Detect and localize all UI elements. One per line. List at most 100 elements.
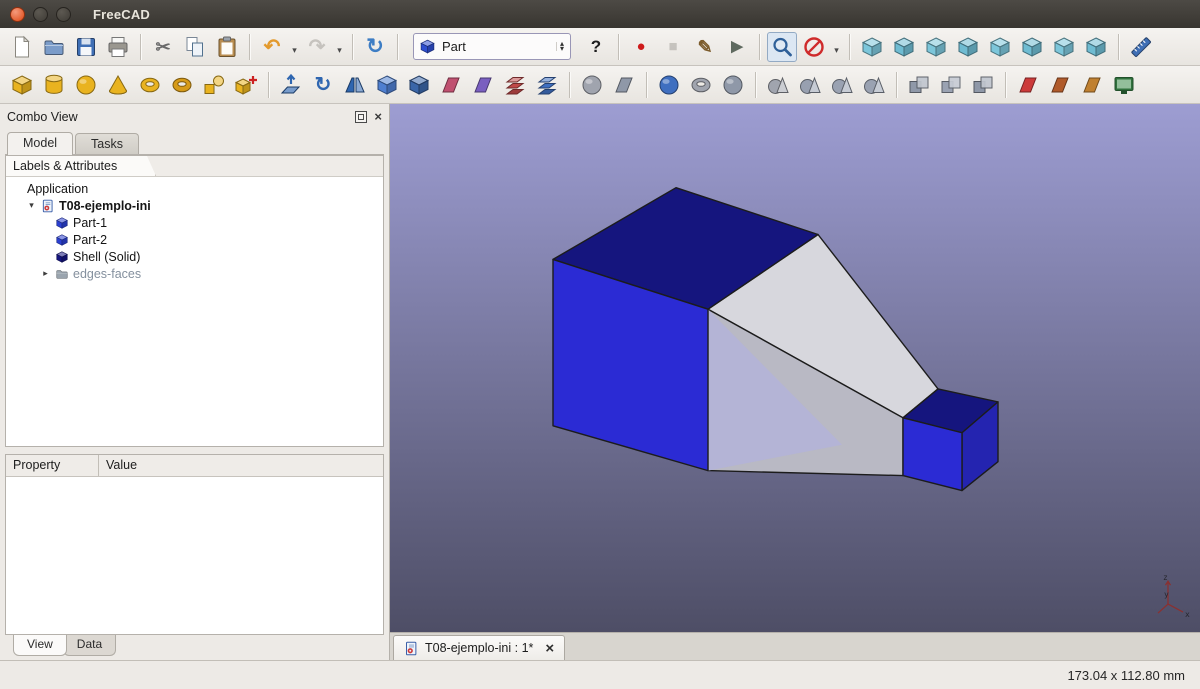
open-document-button[interactable] (39, 32, 69, 62)
join-connect-button[interactable] (904, 70, 934, 100)
offset-3d-button[interactable] (654, 70, 684, 100)
fillet-button[interactable] (372, 70, 402, 100)
tab-data[interactable]: Data (63, 635, 116, 656)
window-controls (10, 7, 71, 22)
whats-this-button[interactable]: ? (581, 32, 611, 62)
extrude-button[interactable] (276, 70, 306, 100)
section-button[interactable] (577, 70, 607, 100)
offset-2d-button[interactable] (686, 70, 716, 100)
tab-tasks[interactable]: Tasks (75, 133, 139, 154)
3d-viewport[interactable]: z y x (390, 104, 1200, 632)
torus-button[interactable] (135, 70, 165, 100)
collapse-arrow-icon[interactable]: ▸ (40, 268, 51, 279)
toolbar-separator (1118, 34, 1119, 60)
tree-item-label: Part-2 (73, 233, 107, 247)
undo-button[interactable]: ↶ (257, 32, 287, 62)
property-column-header-property[interactable]: Property (6, 455, 99, 476)
copy-button[interactable] (180, 32, 210, 62)
tree-item-part-2[interactable]: Part-2 (10, 231, 383, 248)
view-bottom-button[interactable] (1017, 32, 1047, 62)
cylinder-button[interactable] (39, 70, 69, 100)
view-rotate-button[interactable] (1081, 32, 1111, 62)
join-cutout-button[interactable] (968, 70, 998, 100)
window-close-button[interactable] (10, 7, 25, 22)
freecad-window: FreeCAD ✂↶▾↷▾↻Part▴▾?●■✎▶▾ ↻ Combo View … (0, 0, 1200, 689)
zoom-fit-button[interactable] (767, 32, 797, 62)
tab-model[interactable]: Model (7, 132, 73, 155)
toolbar-separator (397, 34, 398, 60)
make-face-button[interactable] (436, 70, 466, 100)
tree-item-application[interactable]: Application (10, 180, 383, 197)
redo-button[interactable]: ↷ (302, 32, 332, 62)
toolbar-separator (569, 72, 570, 98)
document-tab[interactable]: T08-ejemplo-ini : 1* × (393, 635, 565, 660)
tree-item-t08-ejemplo-ini[interactable]: ▾T08-ejemplo-ini (10, 197, 383, 214)
measure-distance-button[interactable] (1126, 32, 1156, 62)
model-tree-widget: Labels & Attributes Application▾T08-ejem… (5, 155, 384, 447)
primitives-button[interactable] (199, 70, 229, 100)
view-right-button[interactable] (953, 32, 983, 62)
workbench-icon (419, 38, 436, 55)
dock-float-icon[interactable] (355, 111, 367, 123)
shape-builder-button[interactable] (231, 70, 261, 100)
view-left-button[interactable] (1049, 32, 1079, 62)
cut-button[interactable]: ✂ (148, 32, 178, 62)
undo-dropdown[interactable]: ▾ (289, 37, 300, 56)
workbench-spinner-icon[interactable]: ▴▾ (556, 42, 567, 52)
dock-close-icon[interactable]: × (374, 110, 382, 123)
draw-style-button[interactable] (799, 32, 829, 62)
defeaturing-button[interactable] (1077, 70, 1107, 100)
combo-view-title: Combo View (7, 110, 78, 124)
tab-view[interactable]: View (13, 635, 67, 656)
axis-x-label: x (1185, 610, 1190, 619)
toolbar-separator (1005, 72, 1006, 98)
expand-arrow-icon[interactable]: ▾ (26, 200, 37, 211)
cut-boolean-button[interactable] (795, 70, 825, 100)
view-front-button[interactable] (889, 32, 919, 62)
split-slice-button[interactable] (1045, 70, 1075, 100)
ruled-surface-button[interactable] (468, 70, 498, 100)
cone-button[interactable] (103, 70, 133, 100)
property-table-body (6, 477, 383, 634)
new-document-button[interactable] (7, 32, 37, 62)
tree-item-shell-solid-[interactable]: Shell (Solid) (10, 248, 383, 265)
refine-shape-button[interactable] (1109, 70, 1139, 100)
view-top-button[interactable] (921, 32, 951, 62)
refresh-button[interactable]: ↻ (360, 32, 390, 62)
macro-edit-button[interactable]: ✎ (690, 32, 720, 62)
box-button[interactable] (7, 70, 37, 100)
tree-column-header[interactable]: Labels & Attributes (6, 156, 156, 176)
window-maximize-button[interactable] (56, 7, 71, 22)
revolve-button[interactable]: ↻ (308, 70, 338, 100)
print-button[interactable] (103, 32, 133, 62)
macro-record-button[interactable]: ● (626, 32, 656, 62)
redo-dropdown[interactable]: ▾ (334, 37, 345, 56)
tube-button[interactable] (167, 70, 197, 100)
macro-execute-button[interactable]: ▶ (722, 32, 752, 62)
check-geometry-button[interactable] (1013, 70, 1043, 100)
join-embed-button[interactable] (936, 70, 966, 100)
macro-stop-button[interactable]: ■ (658, 32, 688, 62)
tree-item-part-1[interactable]: Part-1 (10, 214, 383, 231)
loft-button[interactable] (500, 70, 530, 100)
chamfer-button[interactable] (404, 70, 434, 100)
mirror-button[interactable] (340, 70, 370, 100)
property-column-header-value[interactable]: Value (99, 455, 383, 476)
cross-sections-button[interactable] (609, 70, 639, 100)
workbench-selector[interactable]: Part▴▾ (413, 33, 571, 60)
intersection-button[interactable] (859, 70, 889, 100)
thickness-button[interactable] (718, 70, 748, 100)
view-rear-button[interactable] (985, 32, 1015, 62)
save-button[interactable] (71, 32, 101, 62)
sweep-button[interactable] (532, 70, 562, 100)
boolean-button[interactable] (763, 70, 793, 100)
window-minimize-button[interactable] (33, 7, 48, 22)
document-tab-close-icon[interactable]: × (545, 640, 554, 657)
toolbar-separator (646, 72, 647, 98)
union-button[interactable] (827, 70, 857, 100)
sphere-button[interactable] (71, 70, 101, 100)
paste-button[interactable] (212, 32, 242, 62)
tree-item-edges-faces[interactable]: ▸edges-faces (10, 265, 383, 282)
view-axonometric-button[interactable] (857, 32, 887, 62)
draw-style-dropdown[interactable]: ▾ (831, 37, 842, 56)
